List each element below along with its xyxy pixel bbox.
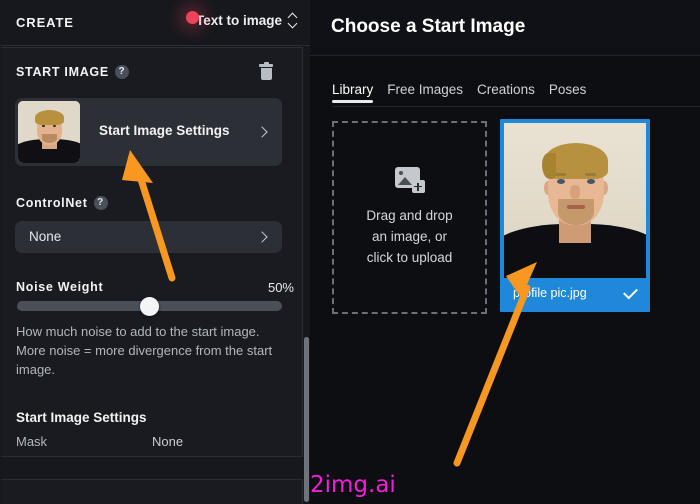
watermark: 2img.ai bbox=[310, 472, 396, 498]
sidebar-footer-strip bbox=[1, 479, 303, 504]
noise-weight-value: 50% bbox=[267, 280, 294, 295]
controlnet-dropdown-value: None bbox=[29, 229, 62, 244]
app-root: CREATE Text to image START IMAGE? Start … bbox=[0, 0, 700, 504]
noise-weight-description: How much noise to add to the start image… bbox=[16, 324, 273, 377]
create-sidebar: CREATE Text to image START IMAGE? Start … bbox=[0, 0, 310, 504]
chevron-right-icon bbox=[256, 126, 268, 138]
trash-icon[interactable] bbox=[259, 62, 273, 80]
panel-title: Choose a Start Image bbox=[331, 16, 526, 37]
chevron-right-icon bbox=[256, 231, 268, 243]
panel-tabs: Library Free Images Creations Poses bbox=[332, 82, 586, 103]
chevron-up-down-icon[interactable] bbox=[289, 11, 298, 29]
cursor-dot bbox=[186, 11, 199, 24]
image-add-icon bbox=[394, 167, 425, 193]
start-image-thumbnail bbox=[18, 101, 80, 163]
upload-line-2: an image, or bbox=[371, 229, 448, 244]
start-image-settings-card[interactable]: Start Image Settings bbox=[15, 98, 282, 166]
sidebar-header: CREATE Text to image bbox=[0, 0, 310, 46]
start-image-section-title: START IMAGE? bbox=[16, 64, 129, 80]
tab-free-images[interactable]: Free Images bbox=[387, 82, 463, 103]
page-title: CREATE bbox=[16, 15, 74, 30]
library-image-card[interactable]: profile pic.jpg bbox=[500, 119, 650, 312]
controlnet-section-title: ControlNet? bbox=[16, 195, 108, 211]
sidebar-scrollbar[interactable] bbox=[303, 47, 310, 504]
start-image-settings-heading: Start Image Settings bbox=[16, 410, 147, 425]
noise-weight-label: Noise Weight bbox=[16, 280, 104, 294]
tab-library[interactable]: Library bbox=[332, 82, 374, 103]
start-image-settings-label: Start Image Settings bbox=[99, 123, 230, 138]
library-image-preview bbox=[504, 123, 646, 278]
choose-start-image-panel: Choose a Start Image Library Free Images… bbox=[310, 0, 700, 504]
panel-header: Choose a Start Image bbox=[310, 0, 700, 56]
controlnet-dropdown[interactable]: None bbox=[15, 221, 282, 253]
sidebar-scrollbar-thumb[interactable] bbox=[304, 337, 309, 502]
noise-weight-slider-thumb[interactable] bbox=[140, 297, 159, 316]
mask-label: Mask bbox=[16, 434, 48, 449]
start-image-help-icon[interactable]: ? bbox=[114, 64, 129, 79]
library-image-name: profile pic.jpg bbox=[513, 286, 587, 300]
tab-poses[interactable]: Poses bbox=[549, 82, 587, 103]
tabs-divider bbox=[332, 106, 700, 107]
upload-dropzone[interactable]: Drag and drop an image, or click to uplo… bbox=[332, 121, 487, 314]
check-icon bbox=[623, 284, 638, 299]
controlnet-help-icon[interactable]: ? bbox=[93, 195, 108, 210]
upload-line-3: click to upload bbox=[366, 250, 453, 265]
upload-instructions: Drag and drop an image, or click to uplo… bbox=[366, 205, 452, 268]
noise-weight-slider[interactable] bbox=[17, 297, 282, 316]
library-image-footer: profile pic.jpg bbox=[504, 278, 646, 308]
mode-selector[interactable]: Text to image bbox=[196, 11, 298, 29]
upload-line-1: Drag and drop bbox=[366, 208, 453, 223]
tab-creations[interactable]: Creations bbox=[477, 82, 535, 103]
mode-selector-value: Text to image bbox=[195, 12, 282, 28]
mask-value: None bbox=[152, 434, 184, 449]
